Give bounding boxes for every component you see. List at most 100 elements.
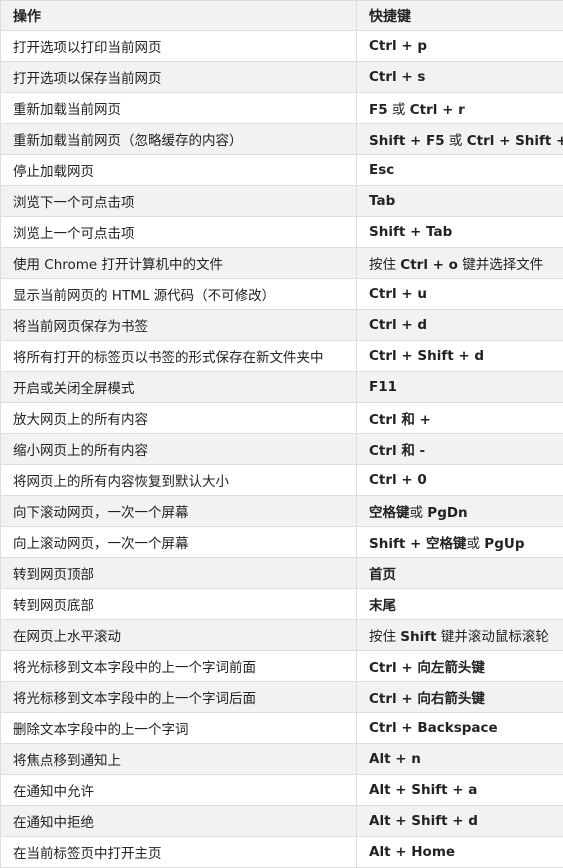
shortcut-key: Ctrl + p	[369, 38, 427, 54]
table-row: 重新加载当前网页（忽略缓存的内容）Shift + F5 或 Ctrl + Shi…	[1, 124, 563, 155]
shortcut-text: 或	[467, 536, 485, 552]
action-cell: 在通知中允许	[1, 775, 357, 806]
table-row: 浏览上一个可点击项Shift + Tab	[1, 217, 563, 248]
shortcut-key: Alt + Shift + a	[369, 782, 477, 798]
shortcut-cell: Ctrl + 0	[357, 465, 563, 496]
shortcut-key: Shift + F5	[369, 133, 445, 149]
table-row: 打开选项以打印当前网页 Ctrl + p	[1, 31, 563, 62]
table-row: 向上滚动网页，一次一个屏幕Shift + 空格键或 PgUp	[1, 527, 563, 558]
action-cell: 浏览上一个可点击项	[1, 217, 357, 248]
action-cell: 使用 Chrome 打开计算机中的文件	[1, 248, 357, 279]
shortcut-cell: 首页	[357, 558, 563, 589]
shortcut-cell: Ctrl + 向右箭头键	[357, 682, 563, 713]
table-row: 转到网页底部末尾	[1, 589, 563, 620]
shortcut-key: Ctrl + r	[410, 102, 465, 118]
shortcut-text: 或	[410, 505, 428, 521]
shortcut-key: Esc	[369, 162, 394, 178]
table-row: 将所有打开的标签页以书签的形式保存在新文件夹中 Ctrl + Shift + d	[1, 341, 563, 372]
action-cell: 浏览下一个可点击项	[1, 186, 357, 217]
action-cell: 显示当前网页的 HTML 源代码（不可修改）	[1, 279, 357, 310]
action-cell: 将光标移到文本字段中的上一个字词前面	[1, 651, 357, 682]
table-row: 将光标移到文本字段中的上一个字词后面 Ctrl + 向右箭头键	[1, 682, 563, 713]
shortcut-key: Ctrl + u	[369, 286, 427, 302]
action-cell: 将网页上的所有内容恢复到默认大小	[1, 465, 357, 496]
shortcut-cell: Ctrl + Backspace	[357, 713, 563, 744]
table-row: 将光标移到文本字段中的上一个字词前面 Ctrl + 向左箭头键	[1, 651, 563, 682]
action-cell: 停止加载网页	[1, 155, 357, 186]
table-row: 转到网页顶部首页	[1, 558, 563, 589]
action-cell: 将焦点移到通知上	[1, 744, 357, 775]
action-cell: 转到网页底部	[1, 589, 357, 620]
action-cell: 在通知中拒绝	[1, 806, 357, 837]
shortcut-key: PgUp	[484, 536, 524, 552]
shortcut-key: Shift	[400, 629, 436, 645]
shortcuts-table: 操作 快捷键 打开选项以打印当前网页 Ctrl + p 打开选项以保存当前网页 Ctr…	[0, 0, 563, 868]
action-cell: 转到网页顶部	[1, 558, 357, 589]
shortcut-cell: Ctrl + 向左箭头键	[357, 651, 563, 682]
header-action: 操作	[1, 1, 357, 31]
table-row: 重新加载当前网页F5 或 Ctrl + r	[1, 93, 563, 124]
shortcut-cell: 按住 Ctrl + o 键并选择文件	[357, 248, 563, 279]
shortcut-cell: Ctrl + d	[357, 310, 563, 341]
shortcut-key: Ctrl 和 -	[369, 443, 425, 459]
shortcut-key: Ctrl + 向左箭头键	[369, 660, 485, 676]
shortcut-key: Ctrl + Backspace	[369, 720, 498, 736]
table-row: 放大网页上的所有内容Ctrl 和 +	[1, 403, 563, 434]
shortcut-text: 按住	[369, 257, 400, 273]
action-cell: 将所有打开的标签页以书签的形式保存在新文件夹中	[1, 341, 357, 372]
shortcut-cell: Shift + F5 或 Ctrl + Shift + r	[357, 124, 563, 155]
shortcut-cell: Ctrl + s	[357, 62, 563, 93]
shortcut-key: Ctrl + Shift + d	[369, 348, 484, 364]
table-row: 停止加载网页 Esc	[1, 155, 563, 186]
action-cell: 打开选项以打印当前网页	[1, 31, 357, 62]
action-cell: 重新加载当前网页（忽略缓存的内容）	[1, 124, 357, 155]
table-row: 显示当前网页的 HTML 源代码（不可修改） Ctrl + u	[1, 279, 563, 310]
action-cell: 将当前网页保存为书签	[1, 310, 357, 341]
shortcut-cell: Ctrl + Shift + d	[357, 341, 563, 372]
action-cell: 将光标移到文本字段中的上一个字词后面	[1, 682, 357, 713]
shortcut-key: Alt + Shift + d	[369, 813, 478, 829]
shortcut-cell: Alt + Shift + d	[357, 806, 563, 837]
table-row: 将当前网页保存为书签Ctrl + d	[1, 310, 563, 341]
shortcut-text: 键并选择文件	[458, 257, 543, 273]
shortcut-cell: Tab	[357, 186, 563, 217]
shortcut-key: 首页	[369, 567, 396, 583]
shortcut-cell: 末尾	[357, 589, 563, 620]
shortcut-key: F5	[369, 102, 388, 118]
action-cell: 删除文本字段中的上一个字词	[1, 713, 357, 744]
shortcut-key: Alt + Home	[369, 844, 455, 860]
shortcut-key: 末尾	[369, 598, 396, 614]
shortcut-cell: Esc	[357, 155, 563, 186]
table-row: 使用 Chrome 打开计算机中的文件按住 Ctrl + o 键并选择文件	[1, 248, 563, 279]
action-cell: 在网页上水平滚动	[1, 620, 357, 651]
shortcut-cell: F11	[357, 372, 563, 403]
shortcut-cell: Shift + 空格键或 PgUp	[357, 527, 563, 558]
shortcut-key: Alt + n	[369, 751, 421, 767]
shortcut-key: Ctrl + Shift + r	[467, 133, 563, 149]
table-row: 将网页上的所有内容恢复到默认大小 Ctrl + 0	[1, 465, 563, 496]
shortcut-cell: Shift + Tab	[357, 217, 563, 248]
action-cell: 向上滚动网页，一次一个屏幕	[1, 527, 357, 558]
shortcut-text: 或	[388, 102, 410, 118]
shortcut-cell: 按住 Shift 键并滚动鼠标滚轮	[357, 620, 563, 651]
table-row: 向下滚动网页，一次一个屏幕空格键或 PgDn	[1, 496, 563, 527]
shortcut-key: PgDn	[427, 505, 467, 521]
shortcut-cell: Ctrl + p	[357, 31, 563, 62]
shortcut-key: 空格键	[369, 505, 410, 521]
table-row: 缩小网页上的所有内容Ctrl 和 -	[1, 434, 563, 465]
shortcut-key: Ctrl + 0	[369, 472, 427, 488]
shortcut-cell: Ctrl + u	[357, 279, 563, 310]
table-row: 在通知中允许 Alt + Shift + a	[1, 775, 563, 806]
table-row: 打开选项以保存当前网页 Ctrl + s	[1, 62, 563, 93]
shortcut-key: Tab	[369, 193, 395, 209]
shortcut-text: 按住	[369, 629, 400, 645]
shortcut-cell: Ctrl 和 -	[357, 434, 563, 465]
table-row: 删除文本字段中的上一个字词 Ctrl + Backspace	[1, 713, 563, 744]
action-cell: 开启或关闭全屏模式	[1, 372, 357, 403]
action-cell: 放大网页上的所有内容	[1, 403, 357, 434]
action-cell: 打开选项以保存当前网页	[1, 62, 357, 93]
header-shortcut: 快捷键	[357, 1, 563, 31]
table-row: 在网页上水平滚动按住 Shift 键并滚动鼠标滚轮	[1, 620, 563, 651]
shortcut-key: Ctrl + 向右箭头键	[369, 691, 485, 707]
shortcut-key: Ctrl + s	[369, 69, 425, 85]
